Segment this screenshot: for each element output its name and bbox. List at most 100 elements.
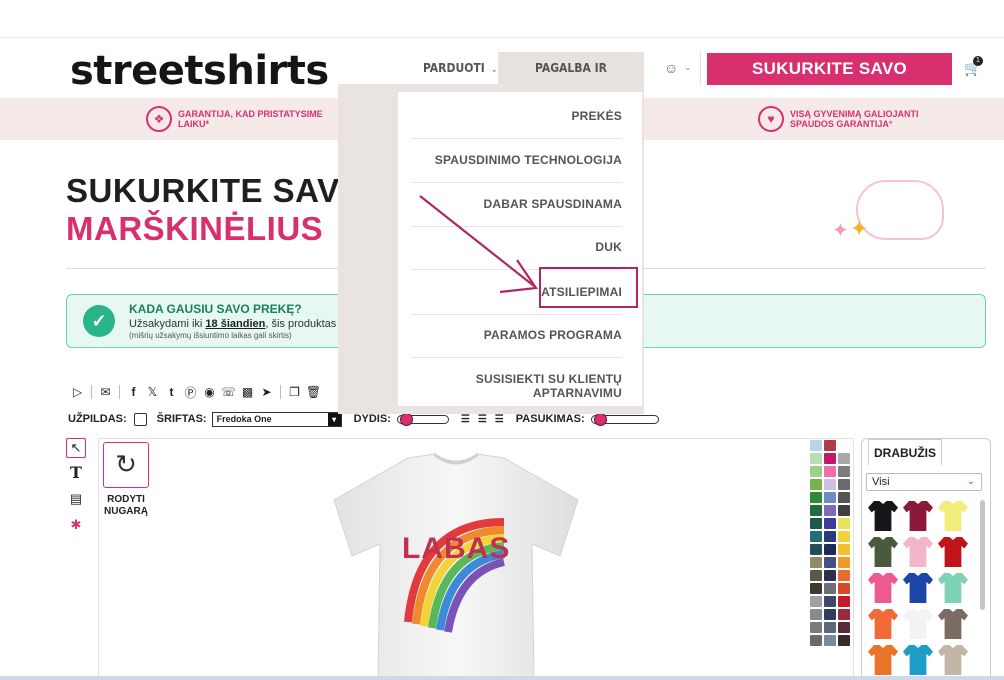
menu-item-dabar-spausdinama[interactable]: DABAR SPAUSDINAMA <box>412 197 622 211</box>
color-swatch[interactable] <box>810 440 822 451</box>
color-swatch[interactable] <box>824 492 836 503</box>
color-swatch[interactable] <box>824 622 836 633</box>
apparel-filter-select[interactable]: Visi ⌄ <box>866 473 982 491</box>
add-text-icon[interactable]: T <box>66 464 86 484</box>
color-swatch[interactable] <box>810 557 822 568</box>
align-left-icon[interactable]: ☰ <box>461 414 470 425</box>
color-swatch[interactable] <box>838 570 850 581</box>
menu-item-duk[interactable]: DUK <box>412 240 622 254</box>
color-swatch[interactable] <box>824 635 836 646</box>
rotate-slider[interactable] <box>590 412 659 426</box>
color-swatch[interactable] <box>810 518 822 529</box>
color-swatch[interactable] <box>810 609 822 620</box>
color-swatch[interactable] <box>824 544 836 555</box>
color-swatch[interactable] <box>838 557 850 568</box>
apparel-item[interactable] <box>868 537 898 567</box>
facebook-icon[interactable]: f <box>124 385 143 399</box>
telegram-icon[interactable]: ➤ <box>257 385 276 399</box>
color-swatch[interactable] <box>838 622 850 633</box>
create-shirt-button[interactable]: SUKURKITE SAVO MARŠKINĖLIUS <box>707 53 952 110</box>
email-icon[interactable]: ✉ <box>96 385 115 399</box>
color-swatch[interactable] <box>838 544 850 555</box>
apparel-item[interactable] <box>868 501 898 531</box>
color-swatch[interactable] <box>824 609 836 620</box>
apparel-item[interactable] <box>903 537 933 567</box>
apparel-scrollbar[interactable] <box>980 500 985 610</box>
apparel-item[interactable] <box>868 609 898 639</box>
color-swatch[interactable] <box>838 596 850 607</box>
align-center-icon[interactable]: ☰ <box>478 414 487 425</box>
color-swatch[interactable] <box>810 479 822 490</box>
color-swatch[interactable] <box>810 531 822 542</box>
pinterest-icon[interactable]: Ⓟ <box>181 384 200 401</box>
menu-item-prekes[interactable]: PREKĖS <box>412 109 622 123</box>
apparel-item[interactable] <box>903 609 933 639</box>
apparel-item[interactable] <box>903 573 933 603</box>
color-swatch[interactable] <box>838 453 850 464</box>
user-icon[interactable]: ☺ <box>664 60 678 76</box>
add-image-icon[interactable]: ▤ <box>66 490 86 510</box>
color-swatch[interactable] <box>810 596 822 607</box>
apparel-item[interactable] <box>903 501 933 531</box>
apparel-item[interactable] <box>868 645 898 675</box>
color-swatch[interactable] <box>838 518 850 529</box>
color-swatch[interactable] <box>810 583 822 594</box>
color-swatch[interactable] <box>810 492 822 503</box>
color-swatch[interactable] <box>810 570 822 581</box>
align-right-icon[interactable]: ☰ <box>495 414 504 425</box>
menu-item-paramos-programa[interactable]: PARAMOS PROGRAMA <box>412 328 622 342</box>
font-select[interactable]: Fredoka One ▾ <box>211 411 342 427</box>
reddit-icon[interactable]: ◉ <box>200 385 219 399</box>
color-swatch[interactable] <box>838 479 850 490</box>
add-art-icon[interactable]: ✱ <box>66 516 86 536</box>
nav-pagalba-ir-informacija[interactable]: PAGALBA IR INFORMACIJA⌃ <box>498 52 644 107</box>
show-back-button[interactable]: ↻ <box>103 442 149 488</box>
nav-parduoti[interactable]: PARDUOTI ⌄ <box>423 52 498 84</box>
chevron-down-icon[interactable]: ⌄ <box>684 62 692 73</box>
color-swatch[interactable] <box>810 466 822 477</box>
color-swatch[interactable] <box>838 583 850 594</box>
color-swatch[interactable] <box>824 583 836 594</box>
color-swatch[interactable] <box>810 635 822 646</box>
color-swatch[interactable] <box>824 596 836 607</box>
tshirt-mockup[interactable] <box>328 452 584 680</box>
menu-item-susisiekti[interactable]: SUSISIEKTI SU KLIENTŲ APTARNAVIMU <box>412 372 622 400</box>
shirt-text-element[interactable]: LABAS <box>402 532 510 566</box>
color-swatch[interactable] <box>824 557 836 568</box>
color-swatch[interactable] <box>838 466 850 477</box>
color-swatch[interactable] <box>810 544 822 555</box>
color-swatch[interactable] <box>838 635 850 646</box>
color-swatch[interactable] <box>810 453 822 464</box>
color-swatch[interactable] <box>810 622 822 633</box>
logo[interactable]: streetshirts <box>70 48 329 94</box>
duplicate-icon[interactable]: ❐ <box>285 385 304 399</box>
apparel-item[interactable] <box>938 537 968 567</box>
color-swatch[interactable] <box>824 479 836 490</box>
color-swatch[interactable] <box>810 505 822 516</box>
x-icon[interactable]: 𝕏 <box>143 385 162 399</box>
menu-item-spausdinimo-technologija[interactable]: SPAUSDINIMO TECHNOLOGIJA <box>412 153 622 167</box>
trash-icon[interactable]: 🗑 <box>304 385 323 399</box>
color-swatch[interactable] <box>824 531 836 542</box>
tab-apparel[interactable]: DRABUŽIS <box>868 439 942 465</box>
color-swatch[interactable] <box>838 531 850 542</box>
fill-color-box[interactable] <box>133 412 147 426</box>
color-swatch[interactable] <box>824 505 836 516</box>
color-swatch[interactable] <box>838 492 850 503</box>
apparel-item[interactable] <box>938 645 968 675</box>
apparel-item[interactable] <box>938 501 968 531</box>
size-slider[interactable] <box>396 412 449 426</box>
apparel-item[interactable] <box>938 573 968 603</box>
color-swatch[interactable] <box>824 518 836 529</box>
teams-icon[interactable]: ▩ <box>238 385 257 399</box>
apparel-item[interactable] <box>938 609 968 639</box>
color-swatch[interactable] <box>838 609 850 620</box>
color-swatch[interactable] <box>824 466 836 477</box>
color-swatch[interactable] <box>838 505 850 516</box>
apparel-item[interactable] <box>903 645 933 675</box>
color-swatch[interactable] <box>824 570 836 581</box>
color-swatch[interactable] <box>824 440 836 451</box>
size-slider-thumb[interactable] <box>399 412 413 426</box>
whatsapp-icon[interactable]: ☏ <box>219 385 238 399</box>
apparel-item[interactable] <box>868 573 898 603</box>
